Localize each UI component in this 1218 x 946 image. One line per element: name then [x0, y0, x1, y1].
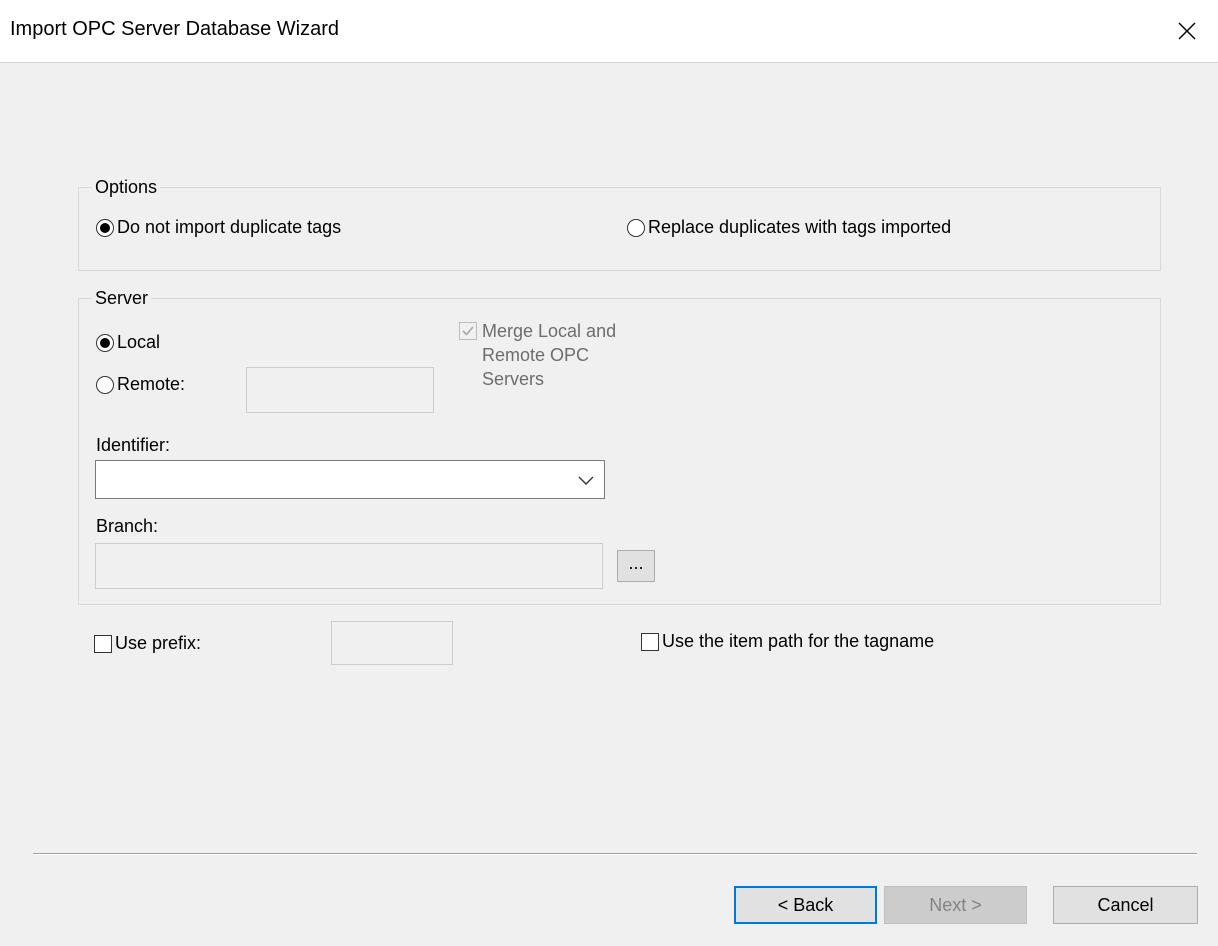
do-not-import-label: Do not import duplicate tags — [117, 217, 342, 237]
branch-label: Branch: — [96, 516, 159, 536]
replace-duplicates-radio[interactable]: Replace duplicates with tags imported — [627, 217, 951, 238]
window-title: Import OPC Server Database Wizard — [10, 18, 339, 40]
use-prefix-label: Use prefix: — [115, 633, 202, 653]
close-button[interactable] — [1156, 0, 1218, 62]
checkbox-unchecked-icon[interactable] — [641, 632, 659, 651]
remote-label: Remote: — [117, 374, 186, 394]
use-prefix-checkbox[interactable]: Use prefix: — [94, 633, 201, 654]
remote-radio[interactable]: Remote: — [96, 374, 185, 395]
do-not-import-radio[interactable]: Do not import duplicate tags — [96, 217, 341, 238]
radio-checked-icon[interactable] — [96, 333, 114, 352]
options-group-label: Options — [92, 177, 161, 198]
item-path-label: Use the item path for the tagname — [662, 631, 935, 651]
cancel-button[interactable]: Cancel — [1053, 886, 1198, 924]
footer-separator — [33, 853, 1197, 855]
browse-branch-button[interactable]: ... — [617, 550, 655, 582]
local-label: Local — [117, 332, 161, 352]
merge-label-line3: Servers — [482, 369, 545, 389]
browse-label: ... — [628, 552, 644, 573]
chevron-down-icon — [578, 476, 594, 485]
local-radio[interactable]: Local — [96, 332, 160, 353]
checkbox-unchecked-icon[interactable] — [94, 634, 112, 653]
radio-unchecked-icon[interactable] — [96, 375, 114, 394]
merge-label: Merge Local and Remote OPC Servers — [482, 319, 616, 391]
back-button[interactable]: < Back — [734, 886, 877, 924]
branch-input — [95, 543, 603, 589]
item-path-checkbox[interactable]: Use the item path for the tagname — [641, 631, 934, 652]
radio-unchecked-icon[interactable] — [627, 218, 645, 237]
identifier-combobox[interactable] — [95, 460, 605, 499]
remote-server-input — [246, 367, 434, 413]
title-bar: Import OPC Server Database Wizard — [0, 0, 1218, 63]
checkbox-checked-icon — [459, 322, 477, 340]
prefix-input — [331, 621, 453, 665]
next-button: Next > — [884, 886, 1027, 924]
close-icon — [1178, 22, 1196, 40]
identifier-label: Identifier: — [96, 435, 171, 455]
radio-checked-icon[interactable] — [96, 218, 114, 237]
merge-label-line2: Remote OPC — [482, 345, 590, 365]
replace-duplicates-label: Replace duplicates with tags imported — [648, 217, 952, 237]
merge-label-line1: Merge Local and — [482, 321, 617, 341]
server-group-label: Server — [92, 288, 152, 309]
